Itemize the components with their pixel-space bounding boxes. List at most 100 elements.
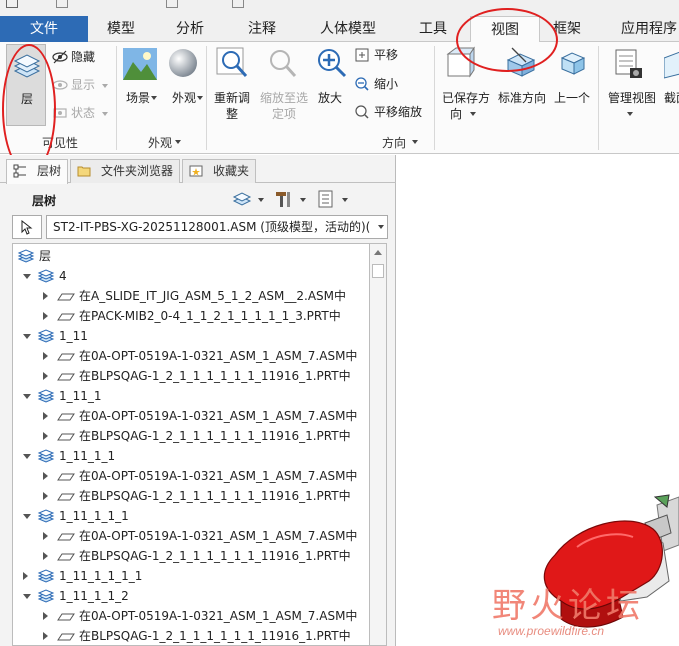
tree-row[interactable]: 在BLPSQAG-1_2_1_1_1_1_1_1_11916_1.PRT中 xyxy=(13,366,369,386)
tools-dropdown-icon[interactable] xyxy=(300,198,306,202)
collapse-arrow-icon[interactable] xyxy=(23,334,31,339)
expand-arrow-icon[interactable] xyxy=(43,312,48,320)
layer-options-icon[interactable] xyxy=(232,192,252,206)
tree-row[interactable]: 在0A-OPT-0519A-1-0321_ASM_1_ASM_7.ASM中 xyxy=(13,406,369,426)
show-dropdown-icon[interactable] xyxy=(102,84,108,88)
tree-row[interactable]: 在0A-OPT-0519A-1-0321_ASM_1_ASM_7.ASM中 xyxy=(13,466,369,486)
pan-zoom-button[interactable]: 平移缩放 xyxy=(374,104,422,120)
tab-file[interactable]: 文件 xyxy=(0,16,88,42)
pan-button[interactable]: 平移 xyxy=(374,47,398,63)
expand-arrow-icon[interactable] xyxy=(43,612,48,620)
zoom-selected-icon xyxy=(270,50,297,78)
active-model-select[interactable]: ST2-IT-PBS-XG-20251128001.ASM (顶级模型，活动的)… xyxy=(46,215,388,239)
collapse-arrow-icon[interactable] xyxy=(23,394,31,399)
refit-label-line2[interactable]: 整 xyxy=(208,106,256,122)
new-icon[interactable] xyxy=(56,0,68,8)
expand-arrow-icon[interactable] xyxy=(43,532,48,540)
model-select-dropdown-icon[interactable] xyxy=(378,225,384,229)
expand-arrow-icon[interactable] xyxy=(43,492,48,500)
undo-icon[interactable] xyxy=(166,0,178,8)
show-button[interactable]: 显示 xyxy=(71,77,95,93)
saved-orientations-line1[interactable]: 已保存方 xyxy=(438,90,494,106)
watermark-title: 野火论坛 xyxy=(492,586,644,626)
tree-row[interactable]: 1_11 xyxy=(13,326,369,346)
saved-orientations-line2[interactable]: 向 xyxy=(438,106,474,122)
tab-layer-tree[interactable]: 层树 xyxy=(6,159,68,184)
saved-orientations-dropdown-icon[interactable] xyxy=(470,112,476,116)
zoom-out-icon xyxy=(355,77,369,91)
expand-arrow-icon[interactable] xyxy=(43,432,48,440)
show-filter-icon[interactable] xyxy=(318,190,334,208)
orientation-group-dropdown-icon[interactable] xyxy=(412,140,418,144)
collapse-arrow-icon[interactable] xyxy=(23,274,31,279)
collapse-arrow-icon[interactable] xyxy=(23,514,31,519)
tab-applications[interactable]: 应用程序 xyxy=(604,16,679,42)
tree-vertical-scrollbar[interactable] xyxy=(370,243,387,646)
layer-item-icon xyxy=(57,493,75,501)
tree-row[interactable]: 层 xyxy=(13,246,369,266)
zoom-out-button[interactable]: 缩小 xyxy=(374,76,398,92)
status-dropdown-icon[interactable] xyxy=(102,112,108,116)
tools-icon[interactable] xyxy=(274,190,294,208)
tree-row[interactable]: 在PACK-MIB2_0-4_1_1_2_1_1_1_1_1_3.PRT中 xyxy=(13,306,369,326)
tab-folder-browser[interactable]: 文件夹浏览器 xyxy=(70,159,180,183)
section-button[interactable]: 截面 xyxy=(664,90,679,106)
tree-row[interactable]: 在0A-OPT-0519A-1-0321_ASM_1_ASM_7.ASM中 xyxy=(13,526,369,546)
zoom-selected-line2[interactable]: 定项 xyxy=(256,106,312,122)
expand-arrow-icon[interactable] xyxy=(43,472,48,480)
standard-orientation-button[interactable]: 标准方向 xyxy=(494,90,550,106)
layer-options-dropdown-icon[interactable] xyxy=(258,198,264,202)
expand-arrow-icon[interactable] xyxy=(43,632,48,640)
appearance-group-dropdown-icon[interactable] xyxy=(175,140,181,144)
expand-arrow-icon[interactable] xyxy=(43,372,48,380)
tree-row[interactable]: 在A_SLIDE_IT_JIG_ASM_5_1_2_ASM__2.ASM中 xyxy=(13,286,369,306)
tab-analysis[interactable]: 分析 xyxy=(154,16,226,42)
zoom-in-button[interactable]: 放大 xyxy=(312,90,348,106)
layer-icon xyxy=(37,449,55,463)
scrollbar-thumb[interactable] xyxy=(372,264,384,278)
layer-item-icon xyxy=(57,293,75,301)
collapse-arrow-icon[interactable] xyxy=(23,594,31,599)
zoom-selected-line1[interactable]: 缩放至选 xyxy=(256,90,312,106)
previous-orientation-button[interactable]: 上一个 xyxy=(550,90,594,106)
redo-icon[interactable] xyxy=(232,0,244,8)
scroll-up-icon[interactable] xyxy=(374,250,382,255)
expand-arrow-icon[interactable] xyxy=(43,292,48,300)
tree-row[interactable]: 1_11_1_1 xyxy=(13,446,369,466)
tree-row[interactable]: 1_11_1 xyxy=(13,386,369,406)
window-icon[interactable] xyxy=(6,0,18,8)
status-button[interactable]: 状态 xyxy=(71,105,95,121)
expand-arrow-icon[interactable] xyxy=(23,572,28,580)
manage-views-dropdown-icon[interactable] xyxy=(627,112,633,116)
tab-annotate[interactable]: 注释 xyxy=(226,16,298,42)
refit-label-line1[interactable]: 重新调 xyxy=(208,90,256,106)
tree-row[interactable]: 在BLPSQAG-1_2_1_1_1_1_1_1_11916_1.PRT中 xyxy=(13,546,369,566)
expand-arrow-icon[interactable] xyxy=(43,552,48,560)
tree-row[interactable]: 1_11_1_1_2 xyxy=(13,586,369,606)
layer-icon xyxy=(37,509,55,523)
manage-views-button[interactable]: 管理视图 xyxy=(604,90,660,106)
tree-row[interactable]: 在0A-OPT-0519A-1-0321_ASM_1_ASM_7.ASM中 xyxy=(13,606,369,626)
tab-manikin[interactable]: 人体模型 xyxy=(298,16,398,42)
tab-model[interactable]: 模型 xyxy=(88,16,154,42)
tree-row[interactable]: 在0A-OPT-0519A-1-0321_ASM_1_ASM_7.ASM中 xyxy=(13,346,369,366)
tab-favorites[interactable]: 收藏夹 xyxy=(182,159,256,183)
tree-row[interactable]: 1_11_1_1_1 xyxy=(13,506,369,526)
pan-zoom-icon xyxy=(355,105,369,119)
graphics-window[interactable] xyxy=(397,155,679,646)
tree-row[interactable]: 1_11_1_1_1_1 xyxy=(13,566,369,586)
expand-arrow-icon[interactable] xyxy=(43,352,48,360)
tree-row[interactable]: 在BLPSQAG-1_2_1_1_1_1_1_1_11916_1.PRT中 xyxy=(13,426,369,446)
collapse-arrow-icon[interactable] xyxy=(23,454,31,459)
tree-row[interactable]: 4 xyxy=(13,266,369,286)
group-divider xyxy=(434,46,435,150)
select-model-button[interactable] xyxy=(12,215,42,239)
tree-row[interactable]: 在BLPSQAG-1_2_1_1_1_1_1_1_11916_1.PRT中 xyxy=(13,626,369,645)
hide-button[interactable]: 隐藏 xyxy=(71,49,95,65)
appearance-dropdown-icon[interactable] xyxy=(197,96,203,100)
layer-item-label: 在BLPSQAG-1_2_1_1_1_1_1_1_11916_1.PRT中 xyxy=(79,489,351,503)
scene-dropdown-icon[interactable] xyxy=(151,96,157,100)
expand-arrow-icon[interactable] xyxy=(43,412,48,420)
show-filter-dropdown-icon[interactable] xyxy=(342,198,348,202)
tree-row[interactable]: 在BLPSQAG-1_2_1_1_1_1_1_1_11916_1.PRT中 xyxy=(13,486,369,506)
